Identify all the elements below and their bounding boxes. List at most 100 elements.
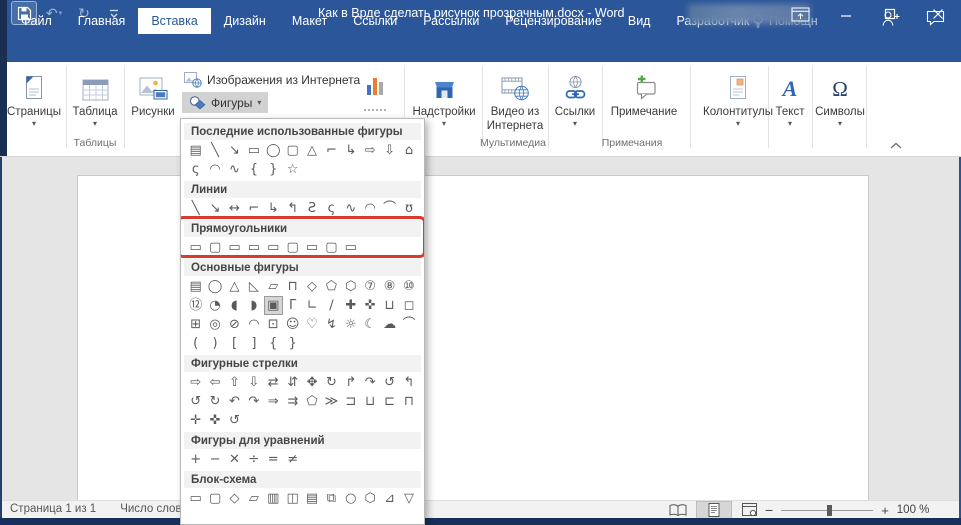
shape-icon[interactable]: ▭	[186, 238, 205, 257]
shape-icon[interactable]: ☺	[283, 315, 302, 334]
shape-icon[interactable]: ▤	[186, 141, 205, 160]
shape-icon[interactable]: ⊐	[341, 392, 360, 411]
shape-icon[interactable]: ✜	[361, 296, 380, 315]
shape-icon[interactable]: ▭	[186, 489, 205, 508]
shape-icon[interactable]: ◯	[264, 141, 283, 160]
shape-icon[interactable]: ▽	[399, 489, 418, 508]
page-number-status[interactable]: Страница 1 из 1	[10, 503, 96, 515]
shape-icon[interactable]: Γ	[283, 296, 302, 315]
shape-icon[interactable]: ⇨	[361, 141, 380, 160]
shape-icon[interactable]: ∟	[302, 296, 321, 315]
shape-icon[interactable]: ⬠	[322, 277, 341, 296]
shape-icon[interactable]: ⊡	[264, 315, 283, 334]
pictures-button[interactable]: Рисунки	[126, 66, 180, 152]
shapes-button[interactable]: Фигуры ▾	[182, 92, 268, 113]
shape-icon[interactable]: ⊔	[380, 296, 399, 315]
shape-icon[interactable]: ✛	[186, 411, 205, 430]
zoom-slider[interactable]	[781, 510, 873, 511]
minimize-button[interactable]	[826, 0, 866, 28]
read-mode-button[interactable]	[660, 501, 696, 519]
tab-design[interactable]: Дизайн	[211, 8, 279, 34]
shape-icon[interactable]: ⌒	[380, 199, 399, 218]
shape-icon[interactable]: ▭	[225, 238, 244, 257]
shape-icon[interactable]: ⑦	[361, 277, 380, 296]
text-button[interactable]: A Текст ▾	[770, 66, 810, 152]
shape-icon[interactable]: ∿	[341, 199, 360, 218]
shape-icon[interactable]: )	[205, 334, 224, 353]
shape-icon[interactable]: ✥	[302, 373, 321, 392]
shape-icon[interactable]: ▤	[302, 489, 321, 508]
redo-button[interactable]: ↻	[72, 2, 96, 24]
zoom-out-button[interactable]: −	[765, 502, 773, 518]
shape-icon[interactable]: ◠	[244, 315, 263, 334]
print-layout-button[interactable]	[696, 501, 732, 519]
shape-icon[interactable]: ⇒	[264, 392, 283, 411]
shape-icon[interactable]: }	[283, 334, 302, 353]
shape-icon[interactable]: ↘	[205, 199, 224, 218]
shape-icon[interactable]: ◔	[205, 296, 224, 315]
close-button[interactable]	[918, 0, 958, 28]
shape-icon[interactable]: ⌂	[399, 141, 418, 160]
collapse-ribbon-button[interactable]	[890, 142, 902, 149]
shape-icon[interactable]: ↷	[244, 392, 263, 411]
shape-icon[interactable]: ▤	[186, 277, 205, 296]
links-button[interactable]: Ссылки ▾	[550, 66, 600, 152]
shape-icon[interactable]: ς	[186, 160, 205, 179]
shape-icon[interactable]: ⌐	[244, 199, 263, 218]
shape-icon[interactable]: ▭	[244, 141, 263, 160]
shape-icon[interactable]: ↯	[322, 315, 341, 334]
shape-icon[interactable]: ◠	[361, 199, 380, 218]
shape-icon[interactable]: ↻	[205, 392, 224, 411]
maximize-button[interactable]	[870, 0, 910, 28]
shape-icon[interactable]: ○	[341, 489, 360, 508]
shape-icon[interactable]: ↰	[399, 373, 418, 392]
shape-icon[interactable]: ▱	[244, 489, 263, 508]
tab-insert[interactable]: Вставка	[138, 8, 210, 34]
shape-icon[interactable]: {	[244, 160, 263, 179]
shape-icon[interactable]: ∕	[322, 296, 341, 315]
shape-icon[interactable]: ⇧	[225, 373, 244, 392]
shape-icon[interactable]: ⇩	[244, 373, 263, 392]
shape-icon[interactable]: ▭	[264, 238, 283, 257]
shape-icon[interactable]: Ƨ	[302, 199, 321, 218]
shape-icon[interactable]: ✜	[205, 411, 224, 430]
shape-icon[interactable]: ☾	[361, 315, 380, 334]
shape-icon[interactable]: ⑫	[186, 296, 205, 315]
customize-qat-button[interactable]	[102, 2, 126, 24]
shape-icon[interactable]: ⌒	[399, 315, 418, 334]
shape-icon[interactable]: ☆	[283, 160, 302, 179]
shape-icon[interactable]: ◫	[283, 489, 302, 508]
shape-icon[interactable]: ⇨	[186, 373, 205, 392]
shape-icon[interactable]: ≠	[283, 450, 302, 469]
shape-icon[interactable]: ς	[322, 199, 341, 218]
shape-icon[interactable]: ↷	[361, 373, 380, 392]
online-pictures-button[interactable]: Изображения из Интернета	[184, 72, 360, 88]
shape-icon[interactable]: ʊ	[399, 199, 418, 218]
web-layout-button[interactable]	[732, 501, 768, 519]
shape-icon[interactable]: △	[302, 141, 321, 160]
shape-icon[interactable]: ↺	[380, 373, 399, 392]
shape-icon[interactable]: ↳	[341, 141, 360, 160]
shape-icon[interactable]: ✚	[341, 296, 360, 315]
shape-icon[interactable]: ▥	[264, 489, 283, 508]
shape-icon[interactable]: −	[205, 450, 224, 469]
shape-icon[interactable]: ↔	[225, 199, 244, 218]
header-footer-button[interactable]: Колонтитулы ▾	[694, 66, 782, 152]
shape-icon[interactable]: ✕	[225, 450, 244, 469]
pages-button[interactable]: Страницы ▾	[6, 66, 62, 152]
shape-icon[interactable]: ⇦	[205, 373, 224, 392]
shape-icon[interactable]: ◇	[225, 489, 244, 508]
shape-icon[interactable]: ]	[244, 334, 263, 353]
shape-icon[interactable]: ⌐	[322, 141, 341, 160]
shape-icon[interactable]: ◻	[399, 296, 418, 315]
shape-icon[interactable]: ◯	[205, 277, 224, 296]
shape-icon[interactable]: =	[264, 450, 283, 469]
zoom-in-button[interactable]: +	[881, 503, 889, 518]
shape-icon[interactable]: ⇵	[283, 373, 302, 392]
shape-icon[interactable]: △	[225, 277, 244, 296]
shape-icon[interactable]: ╲	[186, 199, 205, 218]
shape-icon[interactable]: [	[225, 334, 244, 353]
shape-icon[interactable]: ╲	[205, 141, 224, 160]
shape-icon[interactable]: ⧉	[322, 489, 341, 508]
shape-icon[interactable]: ⇄	[264, 373, 283, 392]
